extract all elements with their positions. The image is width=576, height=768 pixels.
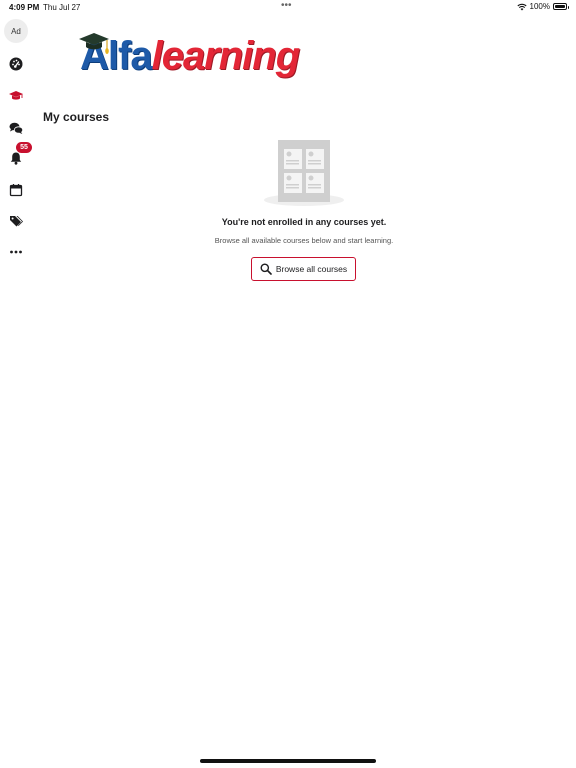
calendar-icon <box>9 184 23 197</box>
logo-part-learning: learning <box>151 34 301 78</box>
sidebar-item-notifications[interactable]: 55 <box>6 142 32 168</box>
multitasking-dots[interactable]: ••• <box>281 0 292 11</box>
battery-icon <box>553 3 569 10</box>
notification-count-badge: 55 <box>16 142 32 153</box>
status-indicators: 100% <box>516 2 569 11</box>
graduation-cap-icon <box>9 91 23 100</box>
sidebar-item-messages[interactable] <box>6 118 26 138</box>
empty-state-heading: You're not enrolled in any courses yet. <box>221 217 387 227</box>
logo-wordmark: Alfalearning <box>80 34 301 79</box>
battery-percentage: 100% <box>529 2 550 11</box>
ellipsis-icon <box>10 250 22 254</box>
home-indicator[interactable] <box>200 759 376 763</box>
chat-bubbles-icon <box>9 122 23 134</box>
empty-courses-illustration <box>264 140 344 206</box>
browse-all-courses-button[interactable]: Browse all courses <box>251 257 356 281</box>
status-time: 4:09 PM <box>9 3 40 12</box>
sidebar-nav: Ad 55 <box>0 14 32 768</box>
search-icon <box>260 263 272 275</box>
sidebar-item-calendar[interactable] <box>6 180 26 200</box>
browse-all-courses-label: Browse all courses <box>275 264 348 274</box>
gauge-icon <box>9 57 23 71</box>
sidebar-item-my-courses[interactable] <box>6 86 26 106</box>
battery-fill <box>555 5 565 8</box>
empty-state-subtext: Browse all available courses below and s… <box>214 236 394 245</box>
bell-icon <box>10 152 22 165</box>
sidebar-item-more[interactable] <box>6 242 26 262</box>
graduation-cap-logo-icon <box>79 33 109 54</box>
page-title: My courses <box>43 110 110 124</box>
status-bar: 4:09 PM Thu Jul 27 ••• 100% <box>0 0 576 14</box>
wifi-icon <box>516 3 527 10</box>
site-logo[interactable]: Alfalearning <box>76 30 348 88</box>
avatar[interactable]: Ad <box>4 19 28 43</box>
status-date: Thu Jul 27 <box>43 3 81 12</box>
sidebar-item-dashboard[interactable] <box>6 54 26 74</box>
